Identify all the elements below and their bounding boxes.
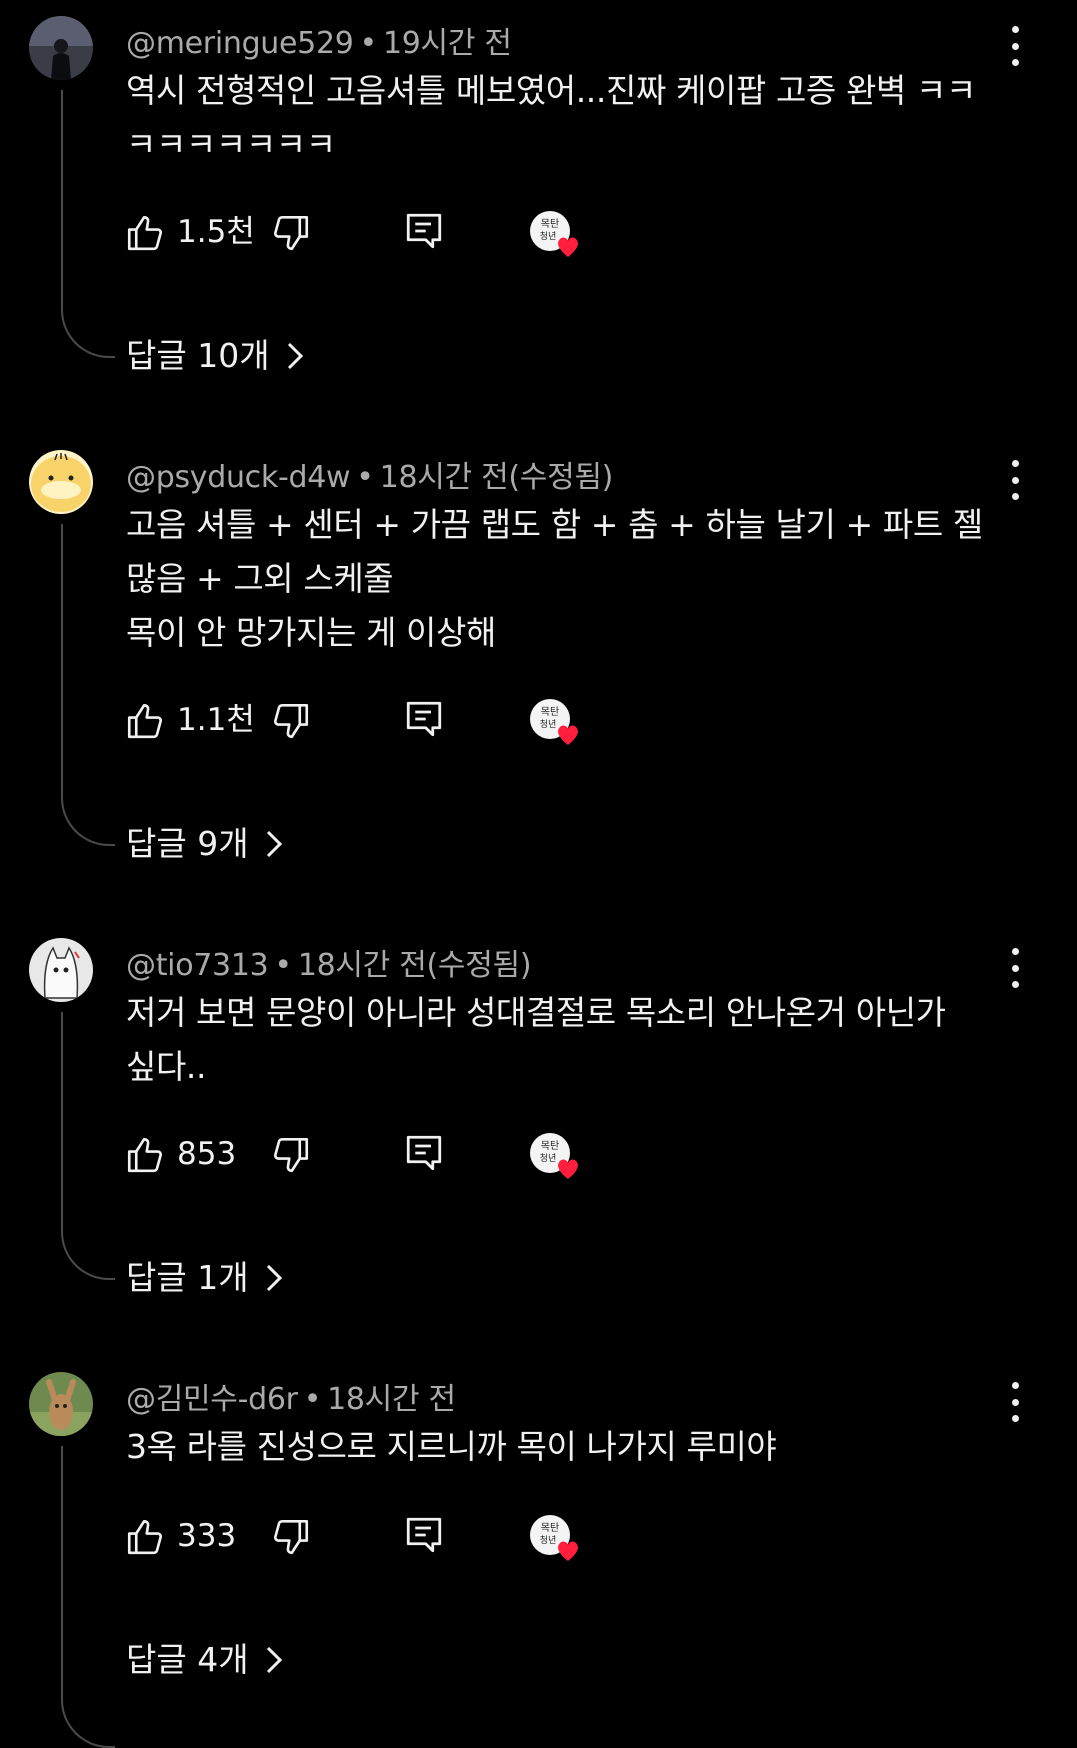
more-options-icon[interactable]	[1000, 26, 1030, 66]
comment-text: 역시 전형적인 고음셔틀 메보였어...진짜 케이팝 고증 완벽 ㅋㅋ ㅋㅋㅋㅋ…	[126, 71, 976, 164]
comment-time: 18시간 전(수정됨)	[379, 460, 614, 495]
reply-thread-line	[61, 1446, 115, 1748]
chevron-right-icon	[266, 830, 282, 858]
creator-heart-icon: 목탄청년	[530, 1515, 578, 1561]
reply-icon[interactable]	[403, 698, 445, 740]
more-options-icon[interactable]	[1000, 460, 1030, 500]
like-count: 853	[177, 1136, 237, 1172]
comment-time: 19시간 전	[382, 26, 512, 61]
like-count: 1.1천	[177, 702, 255, 738]
avatar[interactable]	[29, 450, 93, 514]
replies-count-label: 답글 10개	[126, 336, 270, 375]
view-replies-button[interactable]: 답글 4개	[126, 1640, 285, 1680]
reply-thread-line	[61, 524, 115, 846]
chevron-right-icon	[287, 342, 303, 370]
replies-count-label: 답글 1개	[126, 1258, 249, 1297]
chevron-right-icon	[266, 1646, 282, 1674]
like-icon[interactable]	[124, 1134, 166, 1176]
comment-author[interactable]: @psyduck-d4w	[126, 460, 351, 495]
comment-actions: 1.1천 목탄 청년	[0, 695, 1077, 745]
comment-meta: @psyduck-d4w • 18시간 전(수정됨)	[126, 452, 613, 496]
meta-separator: •	[274, 948, 292, 983]
reply-icon[interactable]	[403, 1132, 445, 1174]
more-options-icon[interactable]	[1000, 948, 1030, 988]
svg-text:목탄: 목탄	[541, 1522, 559, 1534]
creator-heart-icon: 목탄청년	[530, 1133, 578, 1179]
like-count: 333	[177, 1518, 237, 1554]
dislike-icon[interactable]	[270, 1134, 312, 1176]
more-options-icon[interactable]	[1000, 1382, 1030, 1422]
like-icon[interactable]	[124, 700, 166, 742]
avatar[interactable]	[29, 938, 93, 1002]
svg-text:청년: 청년	[540, 1153, 557, 1164]
comment-author[interactable]: @김민수-d6r	[126, 1382, 298, 1417]
dislike-icon[interactable]	[270, 1516, 312, 1558]
replies-count-label: 답글 4개	[126, 1640, 249, 1679]
dislike-icon[interactable]	[270, 700, 312, 742]
comment-actions: 333 목탄 청년	[0, 1511, 1077, 1561]
comment-author[interactable]: @tio7313	[126, 948, 269, 983]
like-count: 1.5천	[177, 214, 255, 250]
comment-time: 18시간 전(수정됨)	[297, 948, 532, 983]
comment-meta: @tio7313 • 18시간 전(수정됨)	[126, 940, 532, 984]
view-replies-button[interactable]: 답글 9개	[126, 824, 285, 864]
replies-count-label: 답글 9개	[126, 824, 249, 863]
svg-text:청년: 청년	[540, 1535, 557, 1546]
avatar[interactable]	[29, 16, 93, 80]
comment-meta: @meringue529 • 19시간 전	[126, 18, 512, 62]
comment-text: 고음 셔틀 + 센터 + 가끔 랩도 함 + 춤 + 하늘 날기 + 파트 젤 …	[126, 505, 983, 652]
creator-heart-icon: 목탄청년	[530, 699, 578, 745]
like-icon[interactable]	[124, 212, 166, 254]
comment-actions: 853 목탄 청년	[0, 1129, 1077, 1179]
meta-separator: •	[356, 460, 374, 495]
chevron-right-icon	[266, 1264, 282, 1292]
comment-text: 저거 보면 문양이 아니라 성대결절로 목소리 안나온거 아닌가 싶다..	[126, 993, 946, 1086]
comment-time: 18시간 전	[327, 1382, 456, 1417]
reply-icon[interactable]	[403, 1514, 445, 1556]
avatar[interactable]	[29, 1372, 93, 1436]
dislike-icon[interactable]	[270, 212, 312, 254]
comment-author[interactable]: @meringue529	[126, 26, 354, 61]
svg-text:목탄: 목탄	[541, 1140, 559, 1152]
view-replies-button[interactable]: 답글 10개	[126, 336, 306, 376]
comment-actions: 1.5천 목탄 청년	[0, 207, 1077, 257]
creator-heart-icon: 목탄청년	[530, 211, 578, 257]
meta-separator: •	[303, 1382, 322, 1417]
svg-text:목탄: 목탄	[541, 218, 559, 230]
like-icon[interactable]	[124, 1516, 166, 1558]
svg-text:청년: 청년	[540, 719, 557, 730]
comment-text: 3옥 라를 진성으로 지르니까 목이 나가지 루미야	[126, 1427, 777, 1466]
reply-icon[interactable]	[403, 210, 445, 252]
view-replies-button[interactable]: 답글 1개	[126, 1258, 285, 1298]
svg-text:목탄: 목탄	[541, 706, 559, 718]
svg-text:청년: 청년	[540, 231, 557, 242]
meta-separator: •	[359, 26, 378, 61]
comment-meta: @김민수-d6r • 18시간 전	[126, 1374, 456, 1418]
